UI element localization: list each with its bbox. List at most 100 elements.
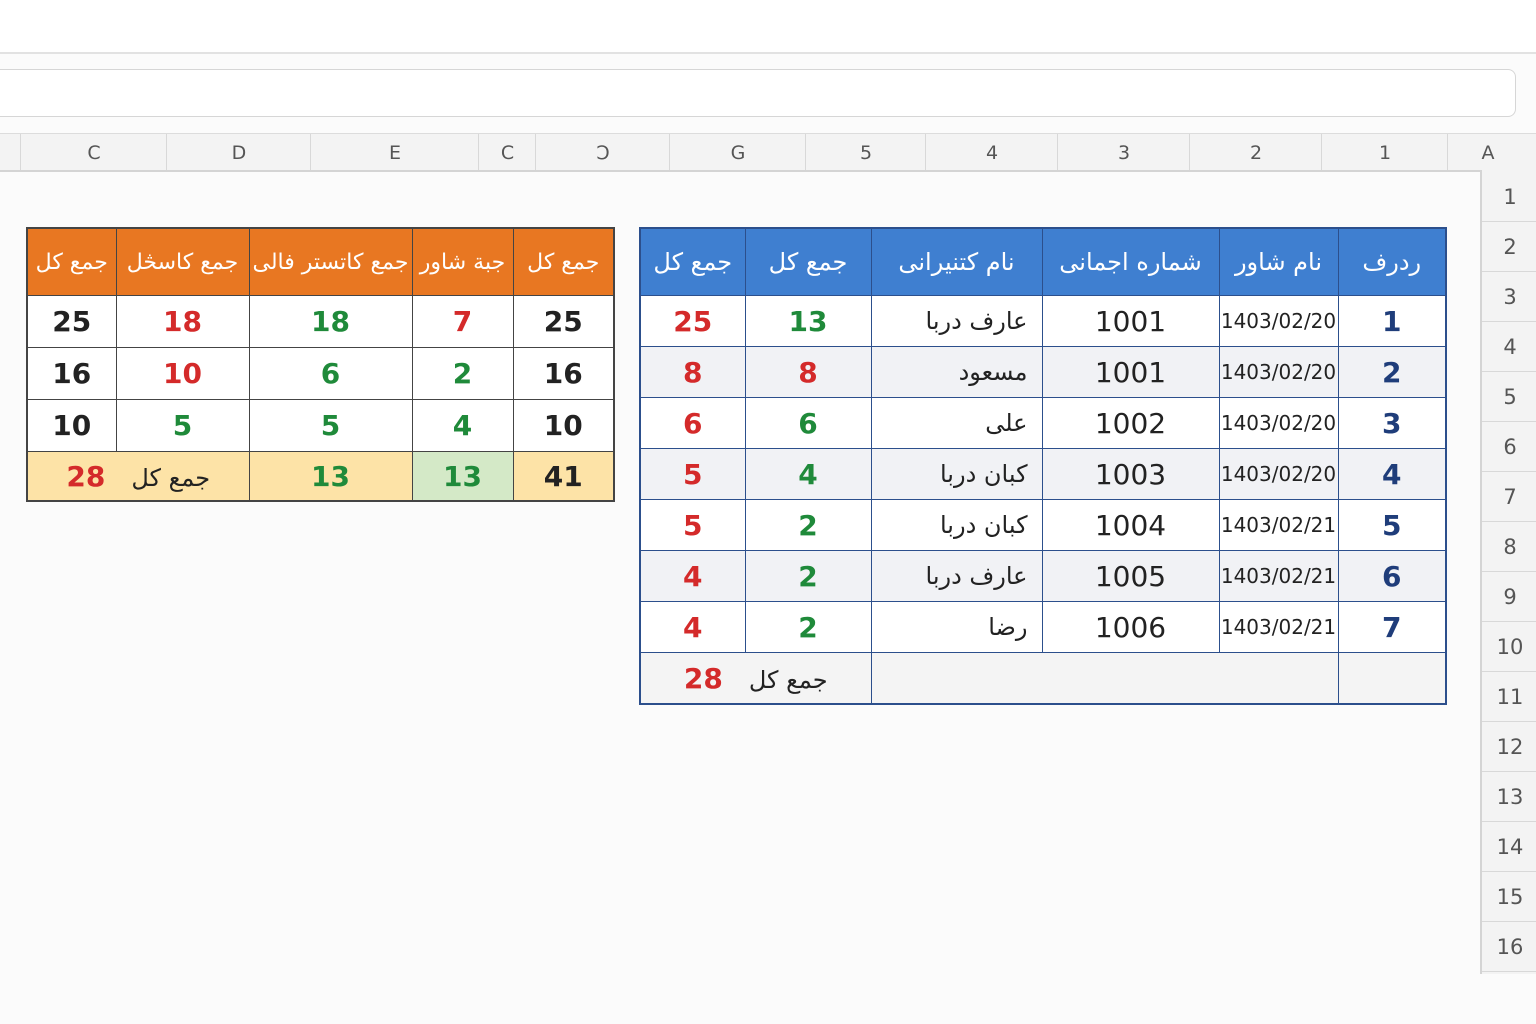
table-cell[interactable]: 1001 — [1041, 346, 1220, 398]
row-header[interactable]: 14 — [1482, 821, 1536, 872]
row-header[interactable]: 4 — [1482, 321, 1536, 372]
row-header[interactable]: 8 — [1482, 521, 1536, 572]
table-cell[interactable]: 1002 — [1041, 397, 1220, 449]
summary-header-cell[interactable]: جمع کاسڅل — [115, 227, 250, 296]
table-cell[interactable]: 2 — [744, 601, 872, 653]
row-header[interactable]: 13 — [1482, 771, 1536, 822]
summary-cell[interactable]: 7 — [411, 295, 514, 348]
table-cell[interactable]: 2 — [744, 499, 872, 551]
table-cell[interactable]: 1003 — [1041, 448, 1220, 500]
table-cell[interactable]: 5 — [639, 448, 746, 500]
summary-cell[interactable]: 18 — [115, 295, 250, 348]
table-cell[interactable]: 1403/02/21 — [1218, 499, 1339, 551]
summary-cell[interactable]: 25 — [26, 295, 117, 348]
main-header-cell[interactable]: نام شاور — [1218, 227, 1339, 296]
main-total-cell[interactable]: 28 جمع کل — [639, 652, 872, 705]
table-cell[interactable]: کبان دربا — [870, 499, 1043, 551]
summary-cell[interactable]: 5 — [115, 399, 250, 452]
table-cell[interactable]: 1403/02/20 — [1218, 397, 1339, 449]
table-cell[interactable]: 1004 — [1041, 499, 1220, 551]
table-cell[interactable]: 1006 — [1041, 601, 1220, 653]
table-cell[interactable]: 1403/02/21 — [1218, 601, 1339, 653]
row-header[interactable]: 3 — [1482, 271, 1536, 322]
row-header[interactable]: 9 — [1482, 571, 1536, 622]
summary-header-cell[interactable]: جمع کل — [512, 227, 615, 296]
row-header[interactable]: 6 — [1482, 421, 1536, 472]
column-header[interactable]: 3 — [1057, 134, 1190, 170]
summary-cell[interactable]: 16 — [26, 347, 117, 400]
table-cell[interactable]: 5 — [639, 499, 746, 551]
main-total-empty-cell[interactable] — [1337, 652, 1447, 705]
table-cell[interactable]: 1001 — [1041, 295, 1220, 347]
table-cell[interactable]: 1403/02/20 — [1218, 295, 1339, 347]
row-header[interactable]: 1 — [1482, 171, 1536, 222]
table-cell[interactable]: 8 — [639, 346, 746, 398]
table-cell[interactable]: 4 — [744, 448, 872, 500]
table-cell[interactable]: کبان دربا — [870, 448, 1043, 500]
row-header[interactable]: 7 — [1482, 471, 1536, 522]
summary-header-cell[interactable]: جمع کاتستر فالی — [248, 227, 413, 296]
summary-total-cell[interactable]: 28 جمع کل — [26, 451, 250, 502]
main-header-cell[interactable]: جمع کل — [744, 227, 872, 296]
row-header[interactable]: 12 — [1482, 721, 1536, 772]
summary-cell[interactable]: 5 — [248, 399, 413, 452]
main-header-cell[interactable]: جمع کل — [639, 227, 746, 296]
row-header[interactable]: 2 — [1482, 221, 1536, 272]
table-cell[interactable]: 3 — [1337, 397, 1447, 449]
summary-cell[interactable]: 10 — [26, 399, 117, 452]
column-header[interactable]: D — [166, 134, 311, 170]
table-cell[interactable]: 2 — [1337, 346, 1447, 398]
table-cell[interactable]: مسعود — [870, 346, 1043, 398]
summary-cell[interactable]: 4 — [411, 399, 514, 452]
column-header[interactable]: 4 — [925, 134, 1058, 170]
table-cell[interactable]: 1403/02/21 — [1218, 550, 1339, 602]
table-cell[interactable]: 1403/02/20 — [1218, 448, 1339, 500]
summary-total-cell[interactable]: 13 — [411, 451, 514, 502]
table-cell[interactable]: 6 — [744, 397, 872, 449]
summary-header-cell[interactable]: جمع کل — [26, 227, 117, 296]
column-header[interactable]: G — [669, 134, 806, 170]
table-cell[interactable]: 2 — [744, 550, 872, 602]
table-cell[interactable]: 4 — [639, 601, 746, 653]
table-cell[interactable]: 5 — [1337, 499, 1447, 551]
table-cell[interactable]: 4 — [1337, 448, 1447, 500]
table-cell[interactable]: علی — [870, 397, 1043, 449]
main-header-cell[interactable]: ردرف — [1337, 227, 1447, 296]
column-header[interactable]: 2 — [1189, 134, 1322, 170]
table-cell[interactable]: 4 — [639, 550, 746, 602]
summary-cell[interactable]: 18 — [248, 295, 413, 348]
main-header-cell[interactable]: نام کتنیرانی — [870, 227, 1043, 296]
row-header[interactable]: 5 — [1482, 371, 1536, 422]
table-cell[interactable]: 1 — [1337, 295, 1447, 347]
main-header-cell[interactable]: شماره اجمانی — [1041, 227, 1220, 296]
summary-cell[interactable]: 25 — [512, 295, 615, 348]
column-header[interactable]: 5 — [805, 134, 926, 170]
table-cell[interactable]: 6 — [1337, 550, 1447, 602]
table-cell[interactable]: 13 — [744, 295, 872, 347]
table-cell[interactable]: 25 — [639, 295, 746, 347]
column-header[interactable]: A — [1447, 134, 1528, 170]
column-header[interactable]: 1 — [1321, 134, 1448, 170]
table-cell[interactable]: 6 — [639, 397, 746, 449]
summary-cell[interactable]: 6 — [248, 347, 413, 400]
column-header[interactable]: C — [478, 134, 536, 170]
column-header[interactable]: C — [20, 134, 167, 170]
table-cell[interactable]: 8 — [744, 346, 872, 398]
table-cell[interactable]: عارف دربا — [870, 550, 1043, 602]
table-cell[interactable]: عارف دربا — [870, 295, 1043, 347]
summary-cell[interactable]: 2 — [411, 347, 514, 400]
summary-cell[interactable]: 16 — [512, 347, 615, 400]
column-header[interactable]: Ͻ — [535, 134, 670, 170]
row-header[interactable]: 16 — [1482, 921, 1536, 972]
summary-header-cell[interactable]: جبة شاور — [411, 227, 514, 296]
summary-cell[interactable]: 10 — [115, 347, 250, 400]
table-cell[interactable]: 7 — [1337, 601, 1447, 653]
summary-total-cell[interactable]: 41 — [512, 451, 615, 502]
column-header[interactable]: E — [310, 134, 479, 170]
main-total-empty-cell[interactable] — [870, 652, 1339, 705]
summary-total-cell[interactable]: 13 — [248, 451, 413, 502]
formula-bar[interactable] — [0, 69, 1516, 117]
summary-cell[interactable]: 10 — [512, 399, 615, 452]
row-header[interactable]: 11 — [1482, 671, 1536, 722]
table-cell[interactable]: رضا — [870, 601, 1043, 653]
